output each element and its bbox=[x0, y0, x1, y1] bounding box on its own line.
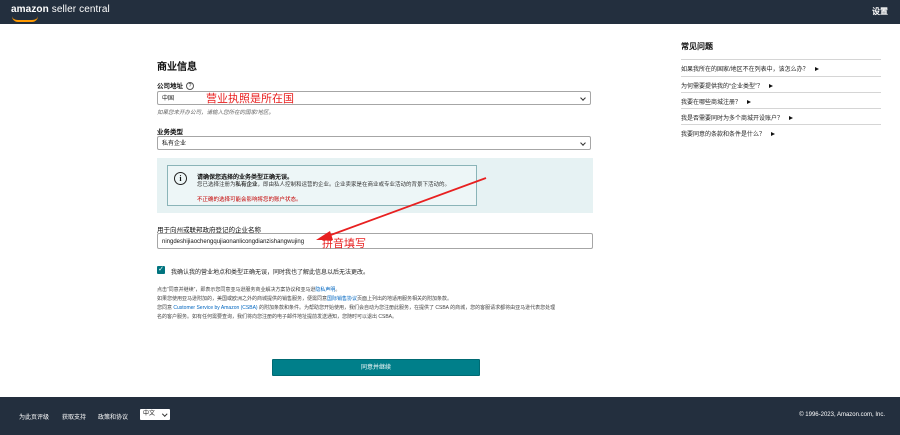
caret-right-icon bbox=[771, 132, 776, 137]
caret-right-icon bbox=[789, 116, 794, 121]
faq-item[interactable]: 我是否需要同时为多个商城开设账户？ bbox=[681, 108, 881, 122]
footer-get-support-link[interactable]: 获取支持 bbox=[62, 412, 86, 421]
faq-item-text: 我是否需要同时为多个商城开设账户？ bbox=[681, 116, 784, 122]
footer-rate-page-link[interactable]: 为此页评级 bbox=[19, 412, 49, 421]
faq-item[interactable]: 为何需要提供我的“企业类型”？ bbox=[681, 76, 881, 90]
faq-item[interactable]: 我要在哪些商城注册？ bbox=[681, 92, 881, 106]
faq-item[interactable]: 我要同意的条款和条件是什么？ bbox=[681, 124, 881, 138]
caret-right-icon bbox=[747, 100, 752, 105]
faq-title: 常见问题 bbox=[681, 42, 713, 51]
footer-policies-link[interactable]: 政策和协议 bbox=[98, 412, 128, 421]
copyright: © 1996-2023, Amazon.com, Inc. bbox=[799, 412, 885, 418]
arrow-head bbox=[316, 231, 333, 240]
language-value: 中文 bbox=[143, 411, 156, 417]
faq-item-text: 如果我所在的国家/地区不在列表中，该怎么办？ bbox=[681, 67, 809, 73]
faq-item[interactable]: 如果我所在的国家/地区不在列表中，该怎么办？ bbox=[681, 59, 881, 73]
arrow-line bbox=[327, 177, 487, 237]
footer: 为此页评级 获取支持 政策和协议 中文 © 1996-2023, Amazon.… bbox=[0, 397, 900, 435]
faq-item-text: 我要在哪些商城注册？ bbox=[681, 100, 742, 106]
caret-right-icon bbox=[814, 67, 819, 72]
faq-item-text: 我要同意的条款和条件是什么？ bbox=[681, 132, 766, 138]
faq-item-text: 为何需要提供我的“企业类型”？ bbox=[681, 84, 763, 90]
caret-right-icon bbox=[769, 84, 773, 89]
chevron-down-icon bbox=[161, 411, 167, 417]
language-select[interactable]: 中文 bbox=[140, 409, 170, 420]
